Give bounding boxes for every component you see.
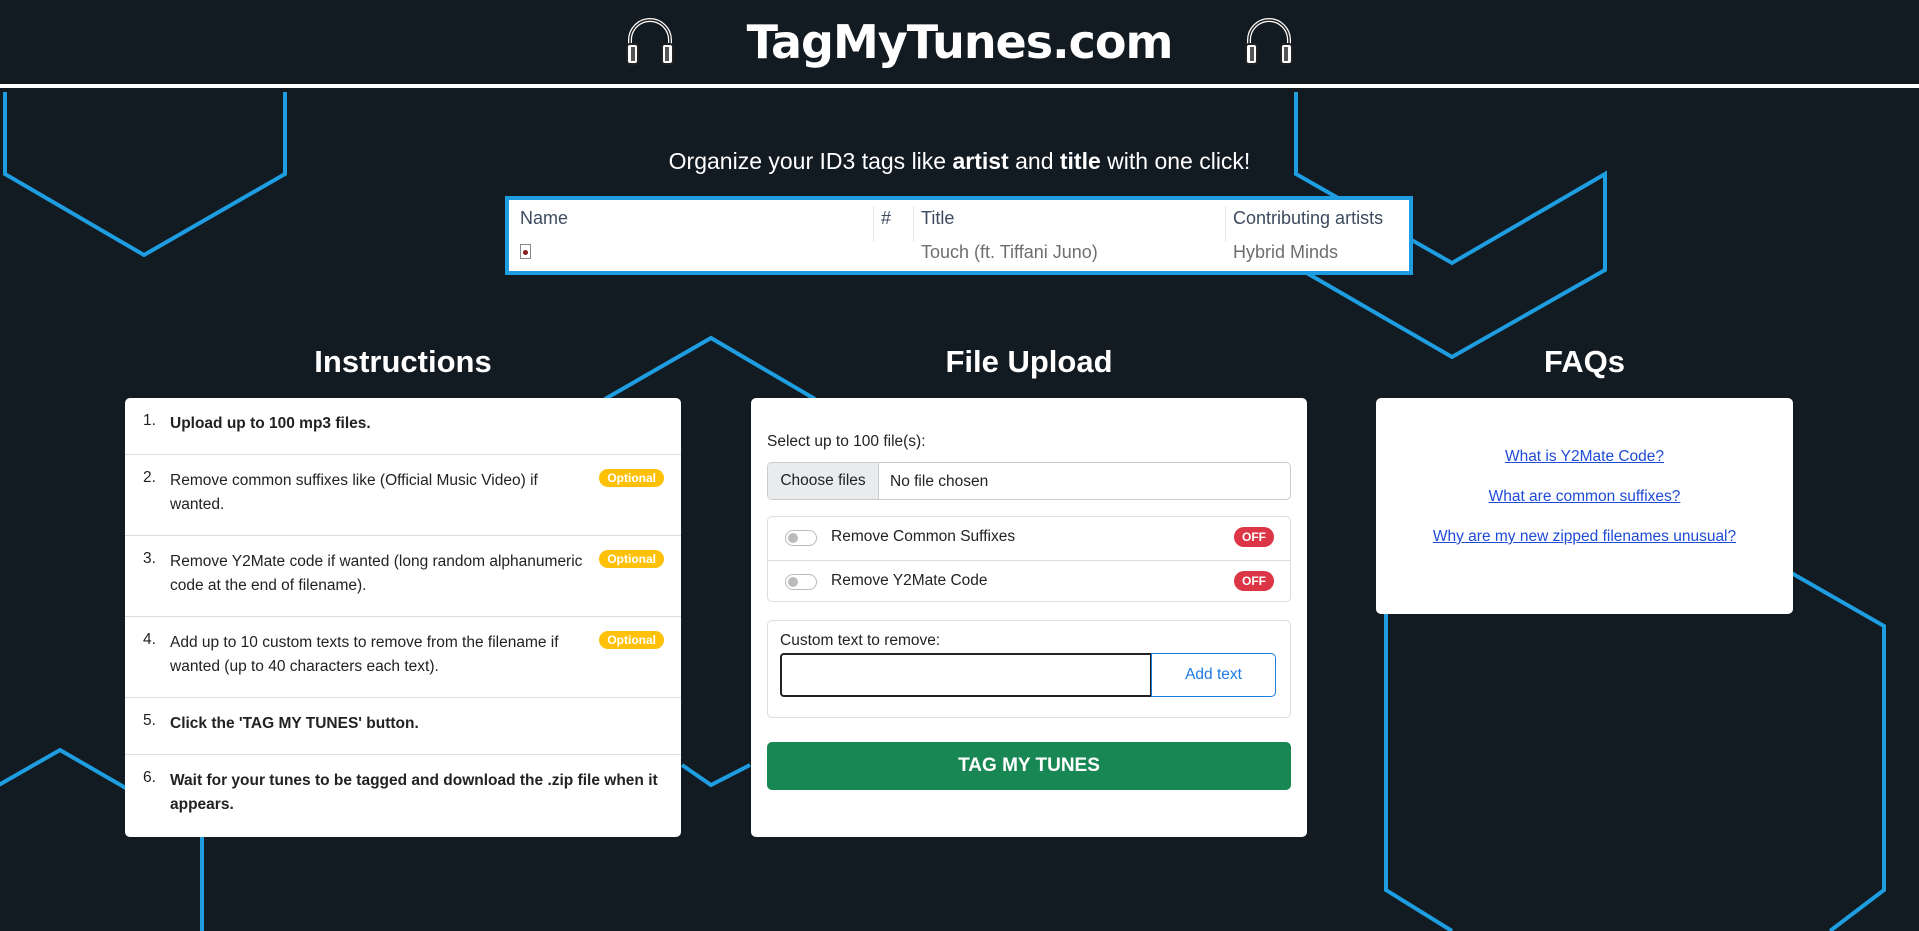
item-number: 3.: [143, 550, 156, 567]
faqs-heading: FAQs: [1544, 344, 1625, 379]
list-item: 2. Remove common suffixes like (Official…: [125, 455, 681, 536]
instructions-heading: Instructions: [314, 344, 492, 379]
optional-badge: Optional: [599, 469, 664, 487]
tag-my-tunes-button[interactable]: TAG MY TUNES: [767, 742, 1291, 790]
list-item: 6. Wait for your tunes to be tagged and …: [125, 755, 681, 837]
custom-text-group: Custom text to remove: Add text: [767, 620, 1291, 718]
item-number: 6.: [143, 769, 156, 786]
remove-y2mate-toggle[interactable]: [785, 574, 817, 590]
row-name-text: Hybrid Minds - Touch (ft. Tiffani Juno): [537, 242, 835, 262]
id3-demo-table: Name # Title Contributing artists Hybrid…: [505, 196, 1413, 275]
list-item: 1. Upload up to 100 mp3 files.: [125, 398, 681, 455]
item-text: Upload up to 100 mp3 files.: [170, 415, 371, 432]
tagline-suffix: with one click!: [1100, 148, 1251, 174]
list-item: 4. Add up to 10 custom texts to remove f…: [125, 617, 681, 698]
select-files-label: Select up to 100 file(s):: [767, 433, 926, 450]
item-number: 2.: [143, 469, 156, 486]
item-text: Remove common suffixes like (Official Mu…: [170, 472, 538, 513]
instructions-card: 1. Upload up to 100 mp3 files. 2. Remove…: [125, 398, 681, 837]
site-logo[interactable]: TagMyTunes.com: [747, 15, 1174, 69]
remove-suffixes-label: Remove Common Suffixes: [831, 528, 1016, 545]
file-input[interactable]: Choose files No file chosen: [767, 462, 1291, 500]
remove-y2mate-option: Remove Y2Mate Code OFF: [768, 560, 1290, 603]
column-header-name: Name: [520, 208, 569, 228]
column-header-title: Title: [921, 208, 955, 228]
faq-link-filenames[interactable]: Why are my new zipped filenames unusual?: [1376, 528, 1793, 546]
list-item: 5. Click the 'TAG MY TUNES' button.: [125, 698, 681, 755]
item-text: Add up to 10 custom texts to remove from…: [170, 634, 559, 675]
item-number: 1.: [143, 412, 156, 429]
site-header: TagMyTunes.com: [0, 0, 1919, 88]
status-badge: OFF: [1234, 527, 1274, 547]
column-divider: [1225, 206, 1226, 242]
remove-suffixes-toggle[interactable]: [785, 530, 817, 546]
file-upload-heading: File Upload: [945, 344, 1113, 379]
file-input-status: No file chosen: [890, 473, 989, 490]
faq-link-suffixes[interactable]: What are common suffixes?: [1376, 488, 1793, 506]
headphones-icon: [623, 14, 677, 70]
choose-files-button[interactable]: Choose files: [768, 463, 879, 499]
item-text: Wait for your tunes to be tagged and dow…: [170, 772, 658, 813]
demo-table-header: Name # Title Contributing artists: [509, 206, 1409, 242]
add-text-button[interactable]: Add text: [1151, 653, 1276, 697]
file-upload-card: Select up to 100 file(s): Choose files N…: [751, 398, 1307, 837]
status-badge: OFF: [1234, 571, 1274, 591]
faq-link-y2mate[interactable]: What is Y2Mate Code?: [1376, 448, 1793, 466]
table-row: Hybrid Minds - Touch (ft. Tiffani Juno) …: [509, 240, 1409, 270]
optional-badge: Optional: [599, 631, 664, 649]
column-header-number: #: [881, 208, 892, 228]
row-artists: Hybrid Minds: [1233, 242, 1339, 262]
row-title: Touch (ft. Tiffani Juno): [921, 242, 1098, 262]
tagline-middle: and: [1008, 148, 1060, 174]
tagline-artist: artist: [952, 148, 1009, 174]
remove-suffixes-option: Remove Common Suffixes OFF: [768, 517, 1290, 560]
audio-file-icon: [520, 244, 531, 259]
item-number: 4.: [143, 631, 156, 648]
row-name: Hybrid Minds - Touch (ft. Tiffani Juno): [520, 242, 834, 263]
item-text: Remove Y2Mate code if wanted (long rando…: [170, 553, 583, 594]
item-text: Click the 'TAG MY TUNES' button.: [170, 715, 419, 732]
custom-text-label: Custom text to remove:: [780, 632, 941, 649]
custom-text-input[interactable]: [780, 653, 1152, 697]
item-number: 5.: [143, 712, 156, 729]
list-item: 3. Remove Y2Mate code if wanted (long ra…: [125, 536, 681, 617]
headphones-icon: [1242, 14, 1296, 70]
column-header-artists: Contributing artists: [1233, 208, 1384, 228]
remove-y2mate-label: Remove Y2Mate Code: [831, 572, 988, 589]
faqs-card: What is Y2Mate Code? What are common suf…: [1376, 398, 1793, 614]
optional-badge: Optional: [599, 550, 664, 568]
tagline-title: title: [1059, 148, 1101, 174]
options-group: Remove Common Suffixes OFF Remove Y2Mate…: [767, 516, 1291, 602]
column-divider: [873, 206, 874, 242]
tagline: Organize your ID3 tags like artist and t…: [0, 148, 1919, 175]
tagline-prefix: Organize your ID3 tags like: [668, 148, 953, 174]
column-divider: [913, 206, 914, 242]
